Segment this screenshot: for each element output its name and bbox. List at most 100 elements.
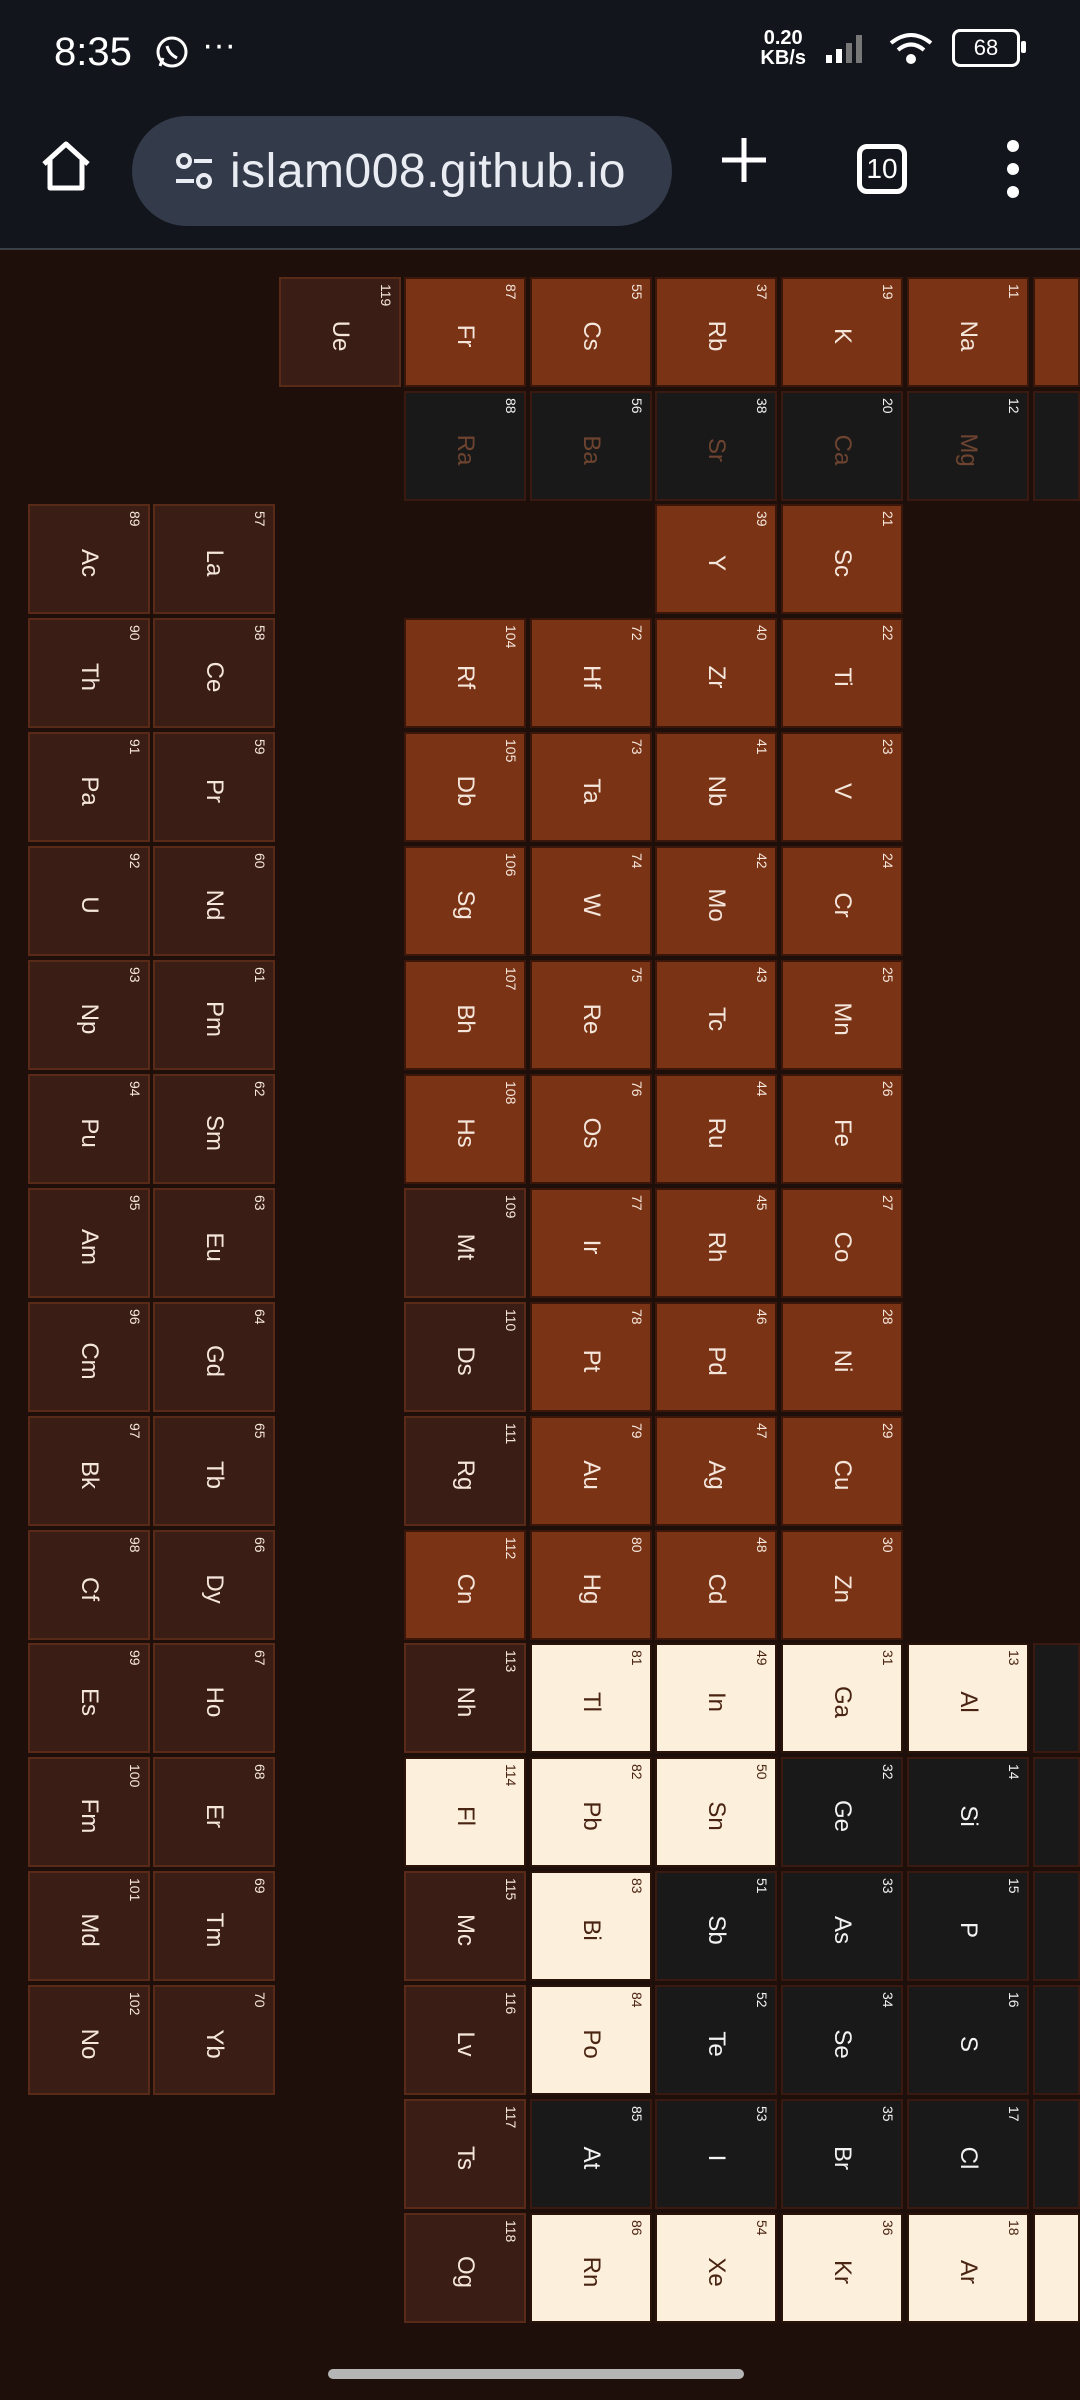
- element-cell-al[interactable]: 13 Al: [907, 1643, 1029, 1753]
- element-cell-si[interactable]: 14 Si: [907, 1757, 1029, 1867]
- element-cell-mn[interactable]: 25 Mn: [781, 960, 903, 1070]
- element-cell-se[interactable]: 34 Se: [781, 1985, 903, 2095]
- element-cell-ir[interactable]: 77 Ir: [530, 1188, 652, 1298]
- element-cell-no[interactable]: 102 No: [28, 1985, 150, 2095]
- element-cell-pb[interactable]: 82 Pb: [530, 1757, 652, 1867]
- element-cell-rf[interactable]: 104 Rf: [404, 618, 526, 728]
- address-bar[interactable]: islam008.github.io: [132, 116, 672, 226]
- element-cell-po[interactable]: 84 Po: [530, 1985, 652, 2095]
- element-cell-xe[interactable]: 54 Xe: [655, 2213, 777, 2323]
- element-cell-sm[interactable]: 62 Sm: [153, 1074, 275, 1184]
- element-cell-hf[interactable]: 72 Hf: [530, 618, 652, 728]
- element-cell-db[interactable]: 105 Db: [404, 732, 526, 842]
- element-cell-kr[interactable]: 36 Kr: [781, 2213, 903, 2323]
- element-cell-ds[interactable]: 110 Ds: [404, 1302, 526, 1412]
- element-cell-ba[interactable]: 56 Ba: [530, 391, 652, 501]
- element-cell-nb[interactable]: 41 Nb: [655, 732, 777, 842]
- element-cell-cl[interactable]: 17 Cl: [907, 2099, 1029, 2209]
- element-cell-es[interactable]: 99 Es: [28, 1643, 150, 1753]
- element-cell-in[interactable]: 49 In: [655, 1643, 777, 1753]
- element-cell-fl[interactable]: 114 Fl: [404, 1757, 526, 1867]
- element-cell-pt[interactable]: 78 Pt: [530, 1302, 652, 1412]
- element-cell-ac[interactable]: 89 Ac: [28, 504, 150, 614]
- element-cell-rn[interactable]: 86 Rn: [530, 2213, 652, 2323]
- element-cell-cf[interactable]: 98 Cf: [28, 1530, 150, 1640]
- overflow-menu-icon[interactable]: [1000, 138, 1026, 200]
- element-cell-na[interactable]: 11 Na: [907, 277, 1029, 387]
- element-cell-zr[interactable]: 40 Zr: [655, 618, 777, 728]
- element-cell-sc[interactable]: 21 Sc: [781, 504, 903, 614]
- element-cell-bi[interactable]: 83 Bi: [530, 1871, 652, 1981]
- element-cell-ta[interactable]: 73 Ta: [530, 732, 652, 842]
- home-indicator[interactable]: [328, 2369, 744, 2379]
- element-cell-ti[interactable]: 22 Ti: [781, 618, 903, 728]
- element-cell-nh[interactable]: 113 Nh: [404, 1643, 526, 1753]
- element-cell-nd[interactable]: 60 Nd: [153, 846, 275, 956]
- element-cell-br[interactable]: 35 Br: [781, 2099, 903, 2209]
- element-cell-ra[interactable]: 88 Ra: [404, 391, 526, 501]
- element-cell-hs[interactable]: 108 Hs: [404, 1074, 526, 1184]
- element-cell-sg[interactable]: 106 Sg: [404, 846, 526, 956]
- element-cell-w[interactable]: 74 W: [530, 846, 652, 956]
- element-cell-ni[interactable]: 28 Ni: [781, 1302, 903, 1412]
- element-cell-sn[interactable]: 50 Sn: [655, 1757, 777, 1867]
- element-cell-ca[interactable]: 20 Ca: [781, 391, 903, 501]
- url-text[interactable]: islam008.github.io: [230, 144, 626, 199]
- element-cell-lv[interactable]: 116 Lv: [404, 1985, 526, 2095]
- element-cell-og[interactable]: 118 Og: [404, 2213, 526, 2323]
- element-cell-zn[interactable]: 30 Zn: [781, 1530, 903, 1640]
- element-cell-bk[interactable]: 97 Bk: [28, 1416, 150, 1526]
- element-cell-gd[interactable]: 64 Gd: [153, 1302, 275, 1412]
- element-cell-ce[interactable]: 58 Ce: [153, 618, 275, 728]
- element-cell-rb[interactable]: 37 Rb: [655, 277, 777, 387]
- new-tab-icon[interactable]: [716, 132, 772, 188]
- element-cell-mo[interactable]: 42 Mo: [655, 846, 777, 956]
- element-cell-ag[interactable]: 47 Ag: [655, 1416, 777, 1526]
- element-cell-eu[interactable]: 63 Eu: [153, 1188, 275, 1298]
- element-cell-np[interactable]: 93 Np: [28, 960, 150, 1070]
- element-cell-pu[interactable]: 94 Pu: [28, 1074, 150, 1184]
- element-cell-rg[interactable]: 111 Rg: [404, 1416, 526, 1526]
- element-cell-re[interactable]: 75 Re: [530, 960, 652, 1070]
- element-cell-ts[interactable]: 117 Ts: [404, 2099, 526, 2209]
- element-cell-tm[interactable]: 69 Tm: [153, 1871, 275, 1981]
- element-cell-os[interactable]: 76 Os: [530, 1074, 652, 1184]
- home-icon[interactable]: [36, 136, 96, 196]
- element-cell-fe[interactable]: 26 Fe: [781, 1074, 903, 1184]
- element-cell-th[interactable]: 90 Th: [28, 618, 150, 728]
- element-cell-la[interactable]: 57 La: [153, 504, 275, 614]
- element-cell-as[interactable]: 33 As: [781, 1871, 903, 1981]
- element-cell-te[interactable]: 52 Te: [655, 1985, 777, 2095]
- element-cell-sr[interactable]: 38 Sr: [655, 391, 777, 501]
- element-cell-ho[interactable]: 67 Ho: [153, 1643, 275, 1753]
- element-cell-ue[interactable]: 119 Ue: [279, 277, 401, 387]
- element-cell-tc[interactable]: 43 Tc: [655, 960, 777, 1070]
- element-cell-ge[interactable]: 32 Ge: [781, 1757, 903, 1867]
- element-cell-s[interactable]: 16 S: [907, 1985, 1029, 2095]
- element-cell-ga[interactable]: 31 Ga: [781, 1643, 903, 1753]
- element-cell-at[interactable]: 85 At: [530, 2099, 652, 2209]
- element-cell-cm[interactable]: 96 Cm: [28, 1302, 150, 1412]
- element-cell-y[interactable]: 39 Y: [655, 504, 777, 614]
- element-cell-u[interactable]: 92 U: [28, 846, 150, 956]
- element-cell-cu[interactable]: 29 Cu: [781, 1416, 903, 1526]
- element-cell-er[interactable]: 68 Er: [153, 1757, 275, 1867]
- element-cell-cd[interactable]: 48 Cd: [655, 1530, 777, 1640]
- tab-switcher-button[interactable]: 10: [857, 144, 907, 194]
- site-settings-icon[interactable]: [172, 149, 216, 193]
- element-cell-i[interactable]: 53 I: [655, 2099, 777, 2209]
- element-cell-cr[interactable]: 24 Cr: [781, 846, 903, 956]
- element-cell-yb[interactable]: 70 Yb: [153, 1985, 275, 2095]
- element-cell-cn[interactable]: 112 Cn: [404, 1530, 526, 1640]
- element-cell-mg[interactable]: 12 Mg: [907, 391, 1029, 501]
- element-cell-p[interactable]: 15 P: [907, 1871, 1029, 1981]
- element-cell-pm[interactable]: 61 Pm: [153, 960, 275, 1070]
- element-cell-fr[interactable]: 87 Fr: [404, 277, 526, 387]
- element-cell-dy[interactable]: 66 Dy: [153, 1530, 275, 1640]
- element-cell-tb[interactable]: 65 Tb: [153, 1416, 275, 1526]
- element-cell-k[interactable]: 19 K: [781, 277, 903, 387]
- element-cell-bh[interactable]: 107 Bh: [404, 960, 526, 1070]
- element-cell-hg[interactable]: 80 Hg: [530, 1530, 652, 1640]
- element-cell-am[interactable]: 95 Am: [28, 1188, 150, 1298]
- element-cell-co[interactable]: 27 Co: [781, 1188, 903, 1298]
